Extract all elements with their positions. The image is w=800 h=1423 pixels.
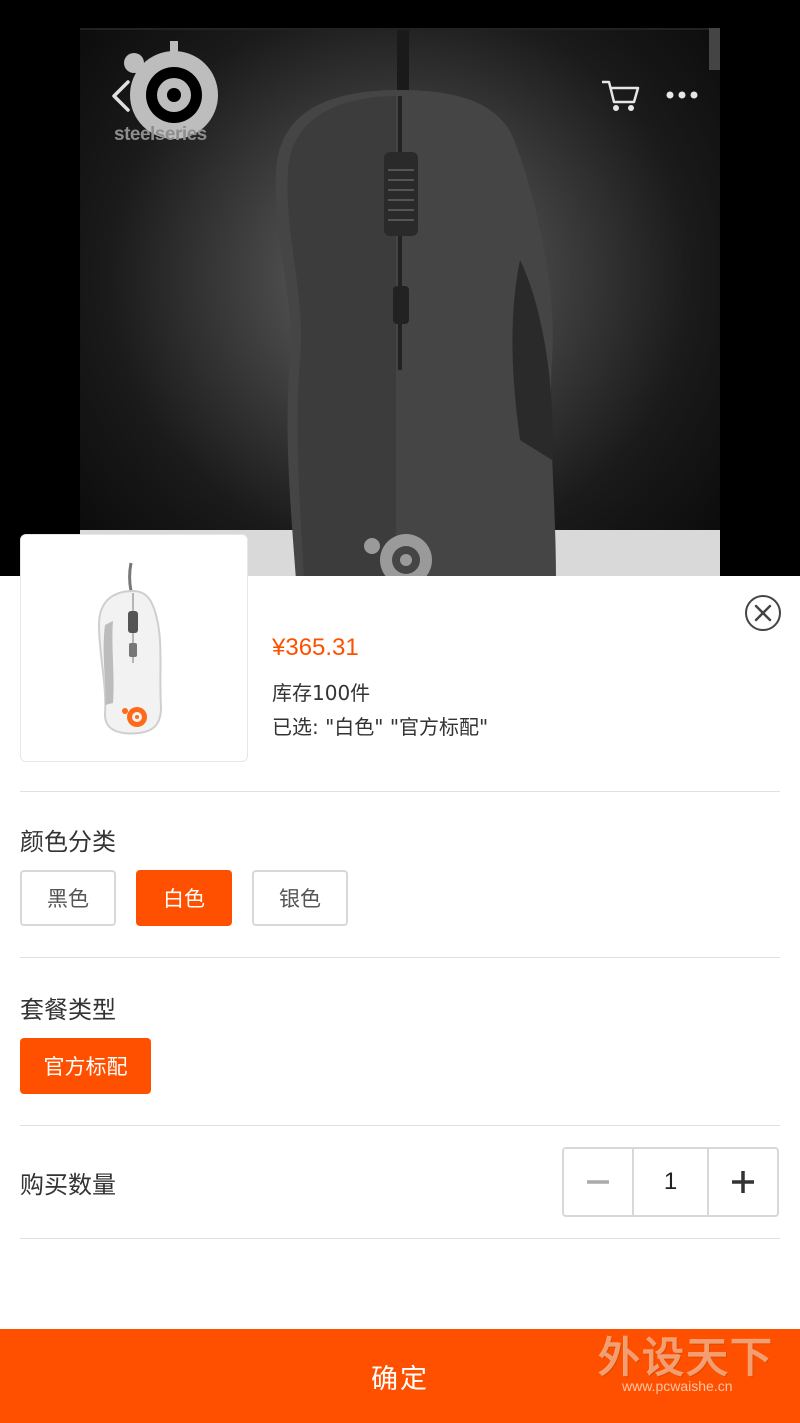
quantity-value[interactable]: 1 bbox=[632, 1149, 709, 1215]
close-icon[interactable] bbox=[744, 594, 782, 632]
divider bbox=[20, 1125, 780, 1126]
confirm-button[interactable]: 确定 bbox=[0, 1329, 800, 1423]
color-option-white[interactable]: 白色 bbox=[136, 870, 232, 926]
more-dots-icon[interactable] bbox=[660, 80, 704, 110]
product-hero-image: steelseries bbox=[0, 0, 800, 580]
chevron-left-icon[interactable] bbox=[104, 76, 140, 116]
color-option-black[interactable]: 黑色 bbox=[20, 870, 116, 926]
cart-icon[interactable] bbox=[598, 74, 642, 114]
divider bbox=[20, 791, 780, 792]
divider bbox=[20, 957, 780, 958]
divider bbox=[20, 1238, 780, 1239]
stock-count: 库存100件 bbox=[272, 681, 371, 705]
decrement-button[interactable] bbox=[564, 1149, 632, 1215]
color-option-silver[interactable]: 银色 bbox=[252, 870, 348, 926]
quantity-label: 购买数量 bbox=[20, 1171, 116, 1199]
color-section-title: 颜色分类 bbox=[20, 828, 116, 856]
product-price: ¥365.31 bbox=[272, 634, 359, 661]
increment-button[interactable] bbox=[709, 1149, 777, 1215]
plus-icon bbox=[732, 1171, 754, 1193]
package-section-title: 套餐类型 bbox=[20, 996, 116, 1024]
minus-icon bbox=[587, 1180, 609, 1184]
selected-options-summary: 已选: "白色" "官方标配" bbox=[272, 715, 489, 739]
quantity-stepper: 1 bbox=[562, 1147, 779, 1217]
product-thumbnail bbox=[20, 534, 248, 762]
white-mouse-image bbox=[21, 535, 247, 761]
brand-name: steelseries bbox=[114, 124, 207, 145]
package-option-official[interactable]: 官方标配 bbox=[20, 1038, 151, 1094]
